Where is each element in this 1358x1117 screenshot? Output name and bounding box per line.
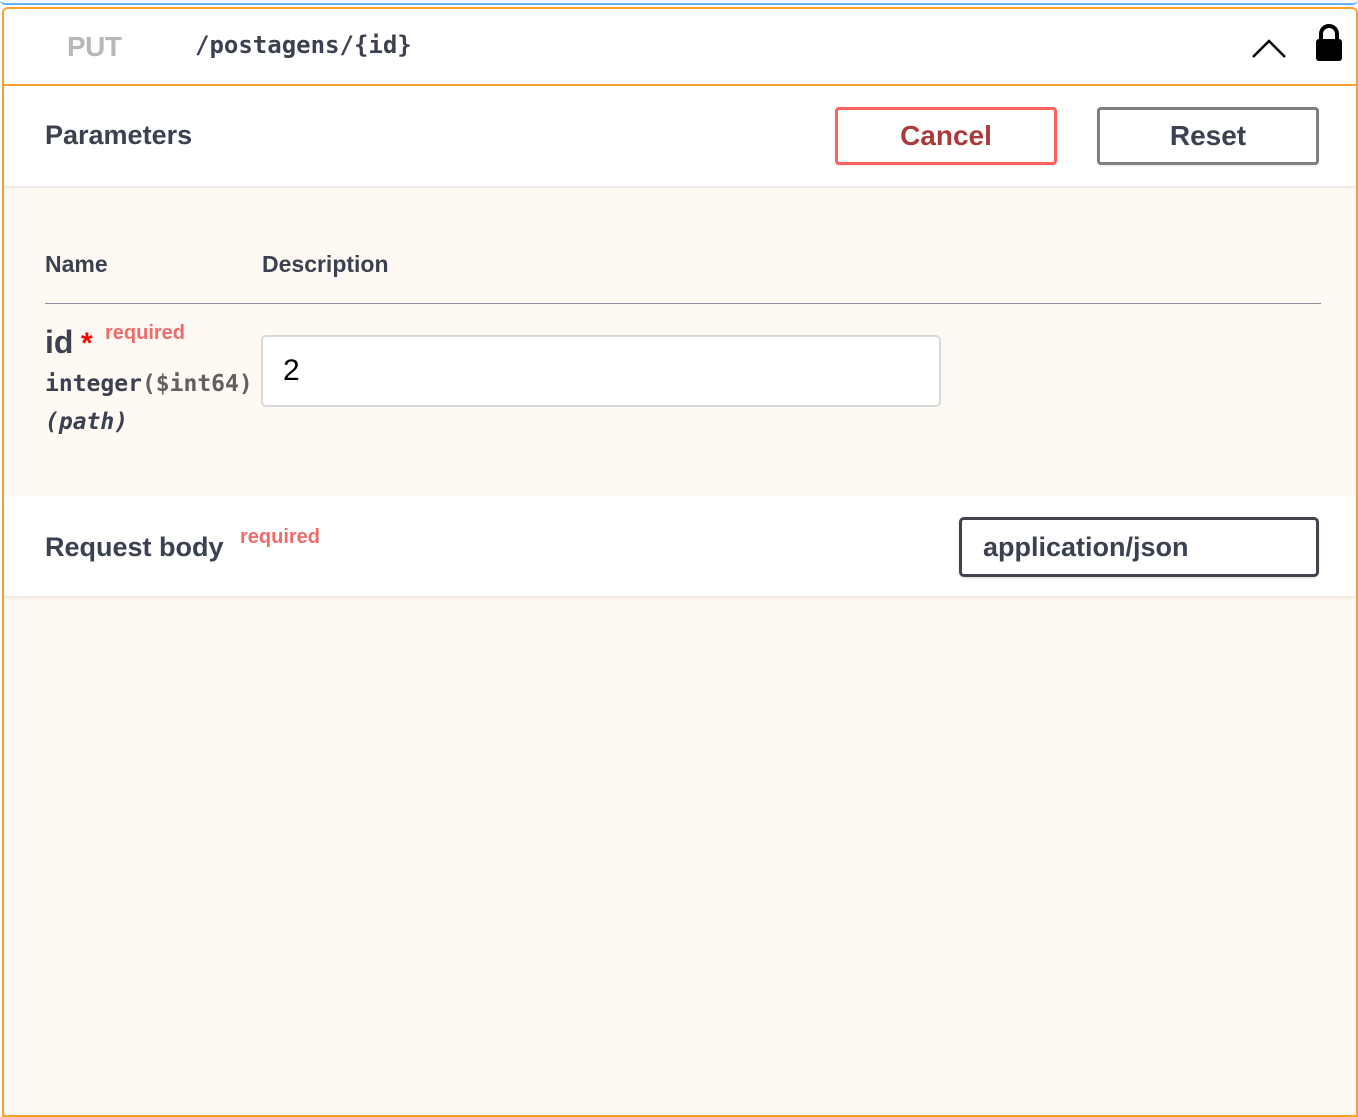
table-header-divider [45,303,1321,304]
endpoint-path: /postagens/{id} [195,31,412,59]
parameter-name: id [45,324,74,360]
parameter-type: integer($int64) [45,371,253,397]
http-method: PUT [67,31,122,62]
operation-summary[interactable]: PUT /postagens/{id} [4,9,1356,86]
parameter-location: (path) [45,409,129,435]
cancel-button[interactable]: Cancel [835,107,1057,165]
request-body-required-label: required [240,526,321,548]
previous-opblock-edge [0,0,1358,5]
lock-icon[interactable] [1312,23,1346,63]
parameters-title: Parameters [45,120,193,150]
column-header-name: Name [45,251,108,277]
parameter-type-name: integer [45,371,142,397]
chevron-up-icon[interactable] [1250,35,1288,61]
request-body-section-header: Request body required application/json [4,496,1356,596]
operation-block-put: PUT /postagens/{id} Parameters Cancel Re… [2,7,1358,1117]
parameter-format: ($int64) [141,371,253,397]
reset-button[interactable]: Reset [1097,107,1319,165]
required-label: required [105,322,186,344]
id-input[interactable] [261,335,941,407]
required-star: * [81,327,93,360]
content-type-select[interactable]: application/json [959,517,1319,577]
request-body-title: Request body [45,532,224,562]
parameters-section-header: Parameters Cancel Reset [4,86,1356,186]
column-header-description: Description [262,251,389,277]
